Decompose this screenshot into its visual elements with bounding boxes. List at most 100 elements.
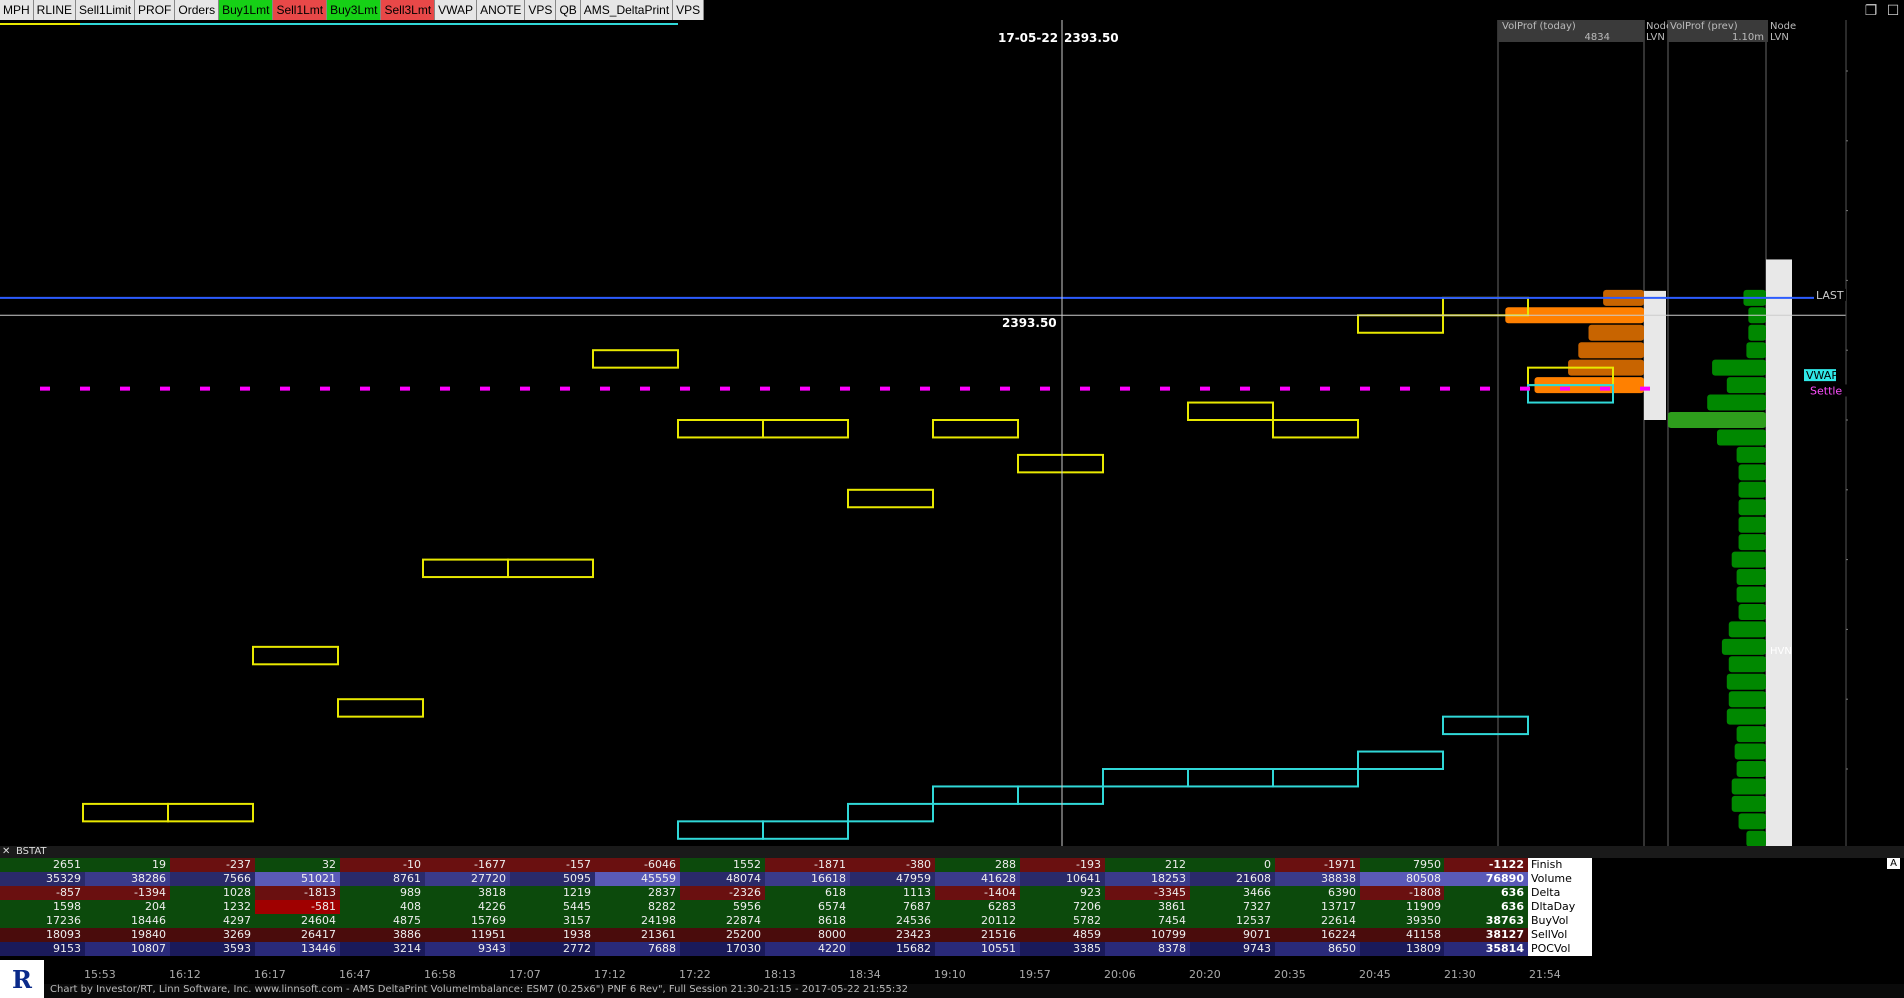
stats-row-label: Volume [1528,872,1592,886]
stats-cell: 3385 [1020,942,1105,956]
stats-cell: 7206 [1020,900,1105,914]
toolbar-button-orders[interactable]: Orders [175,0,220,20]
stats-cell: 80508 [1360,872,1445,886]
volprof-prev-bar [1736,586,1766,603]
stats-cell: 23423 [850,928,935,942]
stats-cell: 0 [1190,858,1275,872]
stats-cell: -1808 [1360,886,1445,900]
toolbar: MPH RLINE Sell1Limit PROF Orders Buy1Lmt Sell1… [0,0,705,20]
volprof-today-title: VolProf (today) [1502,21,1576,32]
stats-cell: 32 [255,858,340,872]
stats-cell: 7950 [1360,858,1445,872]
stats-cell: 16618 [765,872,850,886]
stats-cell: 13446 [255,942,340,956]
restore-icon[interactable]: ❐ [1860,0,1882,20]
lvn-today-bar [1644,290,1666,420]
volprof-prev-bar [1738,813,1766,830]
pnf-box-up [337,698,424,718]
stats-cell: 24198 [595,914,680,928]
stats-cell: 5445 [510,900,595,914]
close-icon[interactable]: ✕ [2,846,10,857]
stats-row-sellvol: 18093 19840 3269 26417 3886 11951 1938 21361 252… [0,928,1592,942]
stats-cell: 5782 [1020,914,1105,928]
toolbar-button-anote[interactable]: ANOTE [477,0,526,20]
toolbar-button-buy3lmt[interactable]: Buy3Lmt [327,0,382,20]
time-tick-label: 16:17 [254,968,286,981]
volprof-today-bar [1588,324,1644,341]
stats-cell: 35329 [0,872,85,886]
maximize-icon[interactable]: ☐ [1882,0,1904,20]
volprof-prev-bar [1738,516,1766,533]
stats-cell: 20112 [935,914,1020,928]
stats-cell: 19 [85,858,170,872]
pnf-box-up [422,558,509,579]
stats-row-label: POCVol [1528,942,1592,956]
stats-cell: 13809 [1360,942,1445,956]
stats-cell: 10641 [1020,872,1105,886]
stats-cell: 11951 [425,928,510,942]
stats-cell: -1871 [765,858,850,872]
stats-cell: 13717 [1275,900,1360,914]
stats-cell: 7566 [170,872,255,886]
volprof-prev-bar [1668,412,1766,428]
toolbar-button-ams-deltaprint[interactable]: AMS_DeltaPrint [580,0,674,20]
stats-cell: 21361 [595,928,680,942]
time-tick-label: 16:47 [339,968,371,981]
stats-cell: 7687 [850,900,935,914]
pnf-box-up [1017,453,1104,474]
pnf-chart[interactable]: HVN 17-05-22 2393.50 2393.50 VolProf (to… [0,20,1848,846]
stats-row-delta: -857 -1394 1028 -1813 989 3818 1219 2837 -2326 61… [0,886,1592,900]
stats-cell: 1028 [170,886,255,900]
stats-cell: 12537 [1190,914,1275,928]
stats-row-label: BuyVol [1528,914,1592,928]
toolbar-button-sell1limit[interactable]: Sell1Limit [76,0,136,20]
toolbar-button-buy1lmt[interactable]: Buy1Lmt [219,0,274,20]
stats-cell: 21516 [935,928,1020,942]
stats-cell: -1404 [935,886,1020,900]
time-tick-label: 21:54 [1529,968,1561,981]
toolbar-button-qb[interactable]: QB [556,0,581,20]
bstat-panel-header: ✕ BSTAT A [0,846,1904,869]
stats-cell: -6046 [595,858,680,872]
stats-cell: 4875 [340,914,425,928]
stats-cell: 24536 [850,914,935,928]
stats-cell: 3269 [170,928,255,942]
toolbar-button-mph[interactable]: MPH [0,0,34,20]
stats-cell: 5956 [680,900,765,914]
stats-cell: 2772 [510,942,595,956]
stats-cell: 8618 [765,914,850,928]
stats-cell: 4297 [170,914,255,928]
stats-row-pocvol: 9153 10807 3593 13446 3214 9343 2772 7688 17030 4… [0,942,1592,956]
stats-cell: 16224 [1275,928,1360,942]
stats-row-finish: 2651 19 -237 32 -10 -1677 -157 -6046 1552 -1871 -3… [0,858,1592,872]
stats-cell: -1971 [1275,858,1360,872]
volprof-prev-bar [1736,726,1766,743]
toolbar-button-sell3lmt[interactable]: Sell3Lmt [381,0,436,20]
toolbar-button-vps[interactable]: VPS [525,0,557,20]
stats-cell: 8650 [1275,942,1360,956]
volprof-prev-bar [1746,342,1766,359]
pnf-box-down [847,802,934,823]
stats-cell: 3214 [340,942,425,956]
stats-cell: 48074 [680,872,765,886]
stats-cell: 51021 [255,872,340,886]
stats-cell: 38286 [85,872,170,886]
stats-cell: 6283 [935,900,1020,914]
lvn-prev-bar [1766,259,1792,846]
stats-cell: 408 [340,900,425,914]
stats-cell: 35814 [1444,942,1528,956]
stats-cell: 3593 [170,942,255,956]
pnf-box-up [762,419,849,439]
stats-cell: 618 [765,886,850,900]
a-label[interactable]: A [1887,858,1900,869]
toolbar-button-rline[interactable]: RLINE [33,0,77,20]
stats-cell: 9743 [1190,942,1275,956]
toolbar-button-sell1lmt[interactable]: Sell1Lmt [273,0,328,20]
stats-cell: -581 [255,900,340,914]
stats-row-dltaday: 1598 204 1232 -581 408 4226 5445 8282 5956 6574 76… [0,900,1592,914]
stats-cell: 15682 [850,942,935,956]
toolbar-button-vps[interactable]: VPS [673,0,705,20]
toolbar-button-vwap[interactable]: VWAP [435,0,478,20]
toolbar-button-prof[interactable]: PROF [135,0,176,20]
time-tick-label: 20:45 [1359,968,1391,981]
